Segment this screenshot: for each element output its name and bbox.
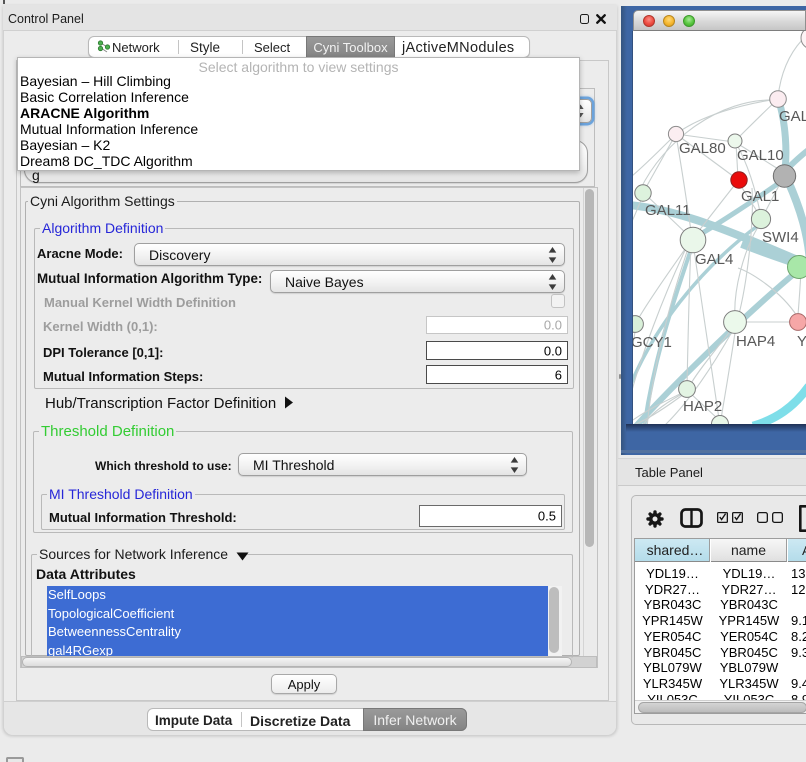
svg-text:SWI4: SWI4: [762, 229, 799, 246]
svg-text:GCY1: GCY1: [633, 334, 672, 351]
svg-text:HAP4: HAP4: [736, 333, 775, 350]
svg-text:GAL7: GAL7: [779, 108, 806, 125]
svg-text:GAL10: GAL10: [737, 147, 784, 164]
svg-text:GAL1: GAL1: [741, 188, 779, 205]
svg-text:HAP2: HAP2: [683, 398, 722, 415]
svg-text:GAL11: GAL11: [645, 202, 691, 219]
svg-text:Y: Y: [797, 333, 806, 350]
svg-text:GAL4: GAL4: [695, 251, 733, 268]
svg-text:GAL80: GAL80: [679, 140, 726, 157]
